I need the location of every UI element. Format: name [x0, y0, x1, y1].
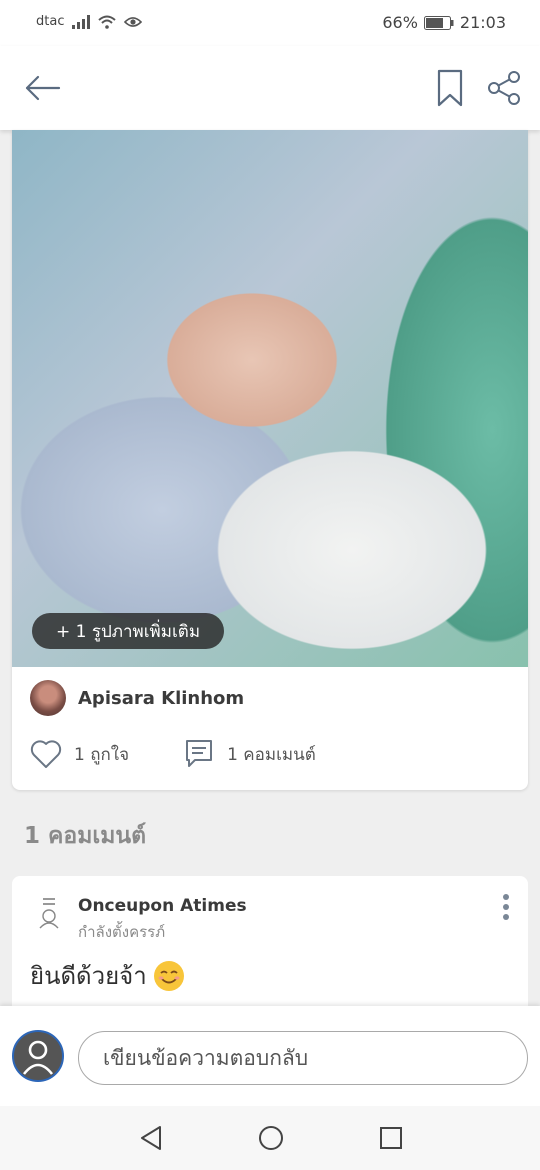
more-vertical-icon[interactable]	[500, 892, 512, 922]
clock: 21:03	[459, 13, 506, 32]
nav-recents-button[interactable]	[378, 1124, 404, 1156]
post-author[interactable]: Apisara Klinhom	[30, 680, 244, 716]
author-avatar[interactable]	[30, 680, 66, 716]
back-button[interactable]	[20, 68, 64, 108]
nav-home-button[interactable]	[257, 1124, 285, 1156]
signal-icon	[72, 14, 91, 29]
eye-icon	[124, 16, 143, 27]
comment-text: ยินดีด้วยจ้า	[30, 962, 147, 990]
post-photo[interactable]: + 1 รูปภาพเพิ่มเติม	[12, 130, 528, 667]
circle-home-icon	[259, 1126, 283, 1150]
triangle-back-icon	[141, 1126, 161, 1150]
status-left: dtac	[36, 14, 143, 29]
likes-count: 1 ถูกใจ	[74, 744, 130, 765]
status-right: 66% 21:03	[382, 13, 506, 32]
wifi-icon	[98, 15, 117, 29]
more-photos-label: + 1 รูปภาพเพิ่มเติม	[56, 621, 201, 642]
heart-icon	[30, 740, 62, 768]
carrier-label: dtac	[36, 14, 65, 29]
bookmark-icon	[437, 69, 463, 107]
comment-bubble-icon	[186, 740, 213, 767]
post-actions: 1 ถูกใจ 1 คอมเมนต์	[30, 736, 510, 772]
reply-input[interactable]	[78, 1031, 528, 1085]
system-nav-bar	[0, 1106, 540, 1170]
comment-item: Onceupon Atimes กำลังตั้งครรภ์ ยินดีด้วย…	[12, 876, 528, 1016]
arrow-left-icon	[25, 75, 61, 101]
user-icon	[22, 1040, 54, 1075]
square-recents-icon	[380, 1127, 402, 1149]
commenter-status: กำลังตั้งครรภ์	[78, 923, 166, 941]
battery-icon	[423, 15, 454, 30]
battery-percent: 66%	[382, 13, 418, 32]
comments-count: 1 คอมเมนต์	[227, 744, 316, 765]
share-icon	[488, 71, 520, 105]
nav-back-button[interactable]	[138, 1124, 164, 1156]
commenter-avatar[interactable]	[34, 896, 64, 930]
share-button[interactable]	[484, 66, 524, 110]
like-button[interactable]: 1 ถูกใจ	[30, 739, 129, 769]
comment-body: ยินดีด้วยจ้า	[30, 956, 185, 995]
comments-heading: 1 คอมเมนต์	[24, 823, 147, 849]
commenter-name[interactable]: Onceupon Atimes	[78, 896, 247, 916]
comment-button[interactable]: 1 คอมเมนต์	[183, 738, 316, 770]
top-app-bar	[0, 46, 540, 130]
more-photos-badge[interactable]: + 1 รูปภาพเพิ่มเติม	[32, 613, 225, 649]
user-avatar[interactable]	[12, 1030, 64, 1082]
author-name[interactable]: Apisara Klinhom	[78, 688, 244, 709]
smiling-emoji-icon	[153, 960, 184, 991]
reply-bar	[0, 1006, 540, 1106]
post-card: + 1 รูปภาพเพิ่มเติม Apisara Klinhom 1 ถู…	[12, 130, 528, 790]
status-bar: dtac 66% 21:03	[0, 0, 540, 46]
bookmark-button[interactable]	[430, 66, 470, 110]
